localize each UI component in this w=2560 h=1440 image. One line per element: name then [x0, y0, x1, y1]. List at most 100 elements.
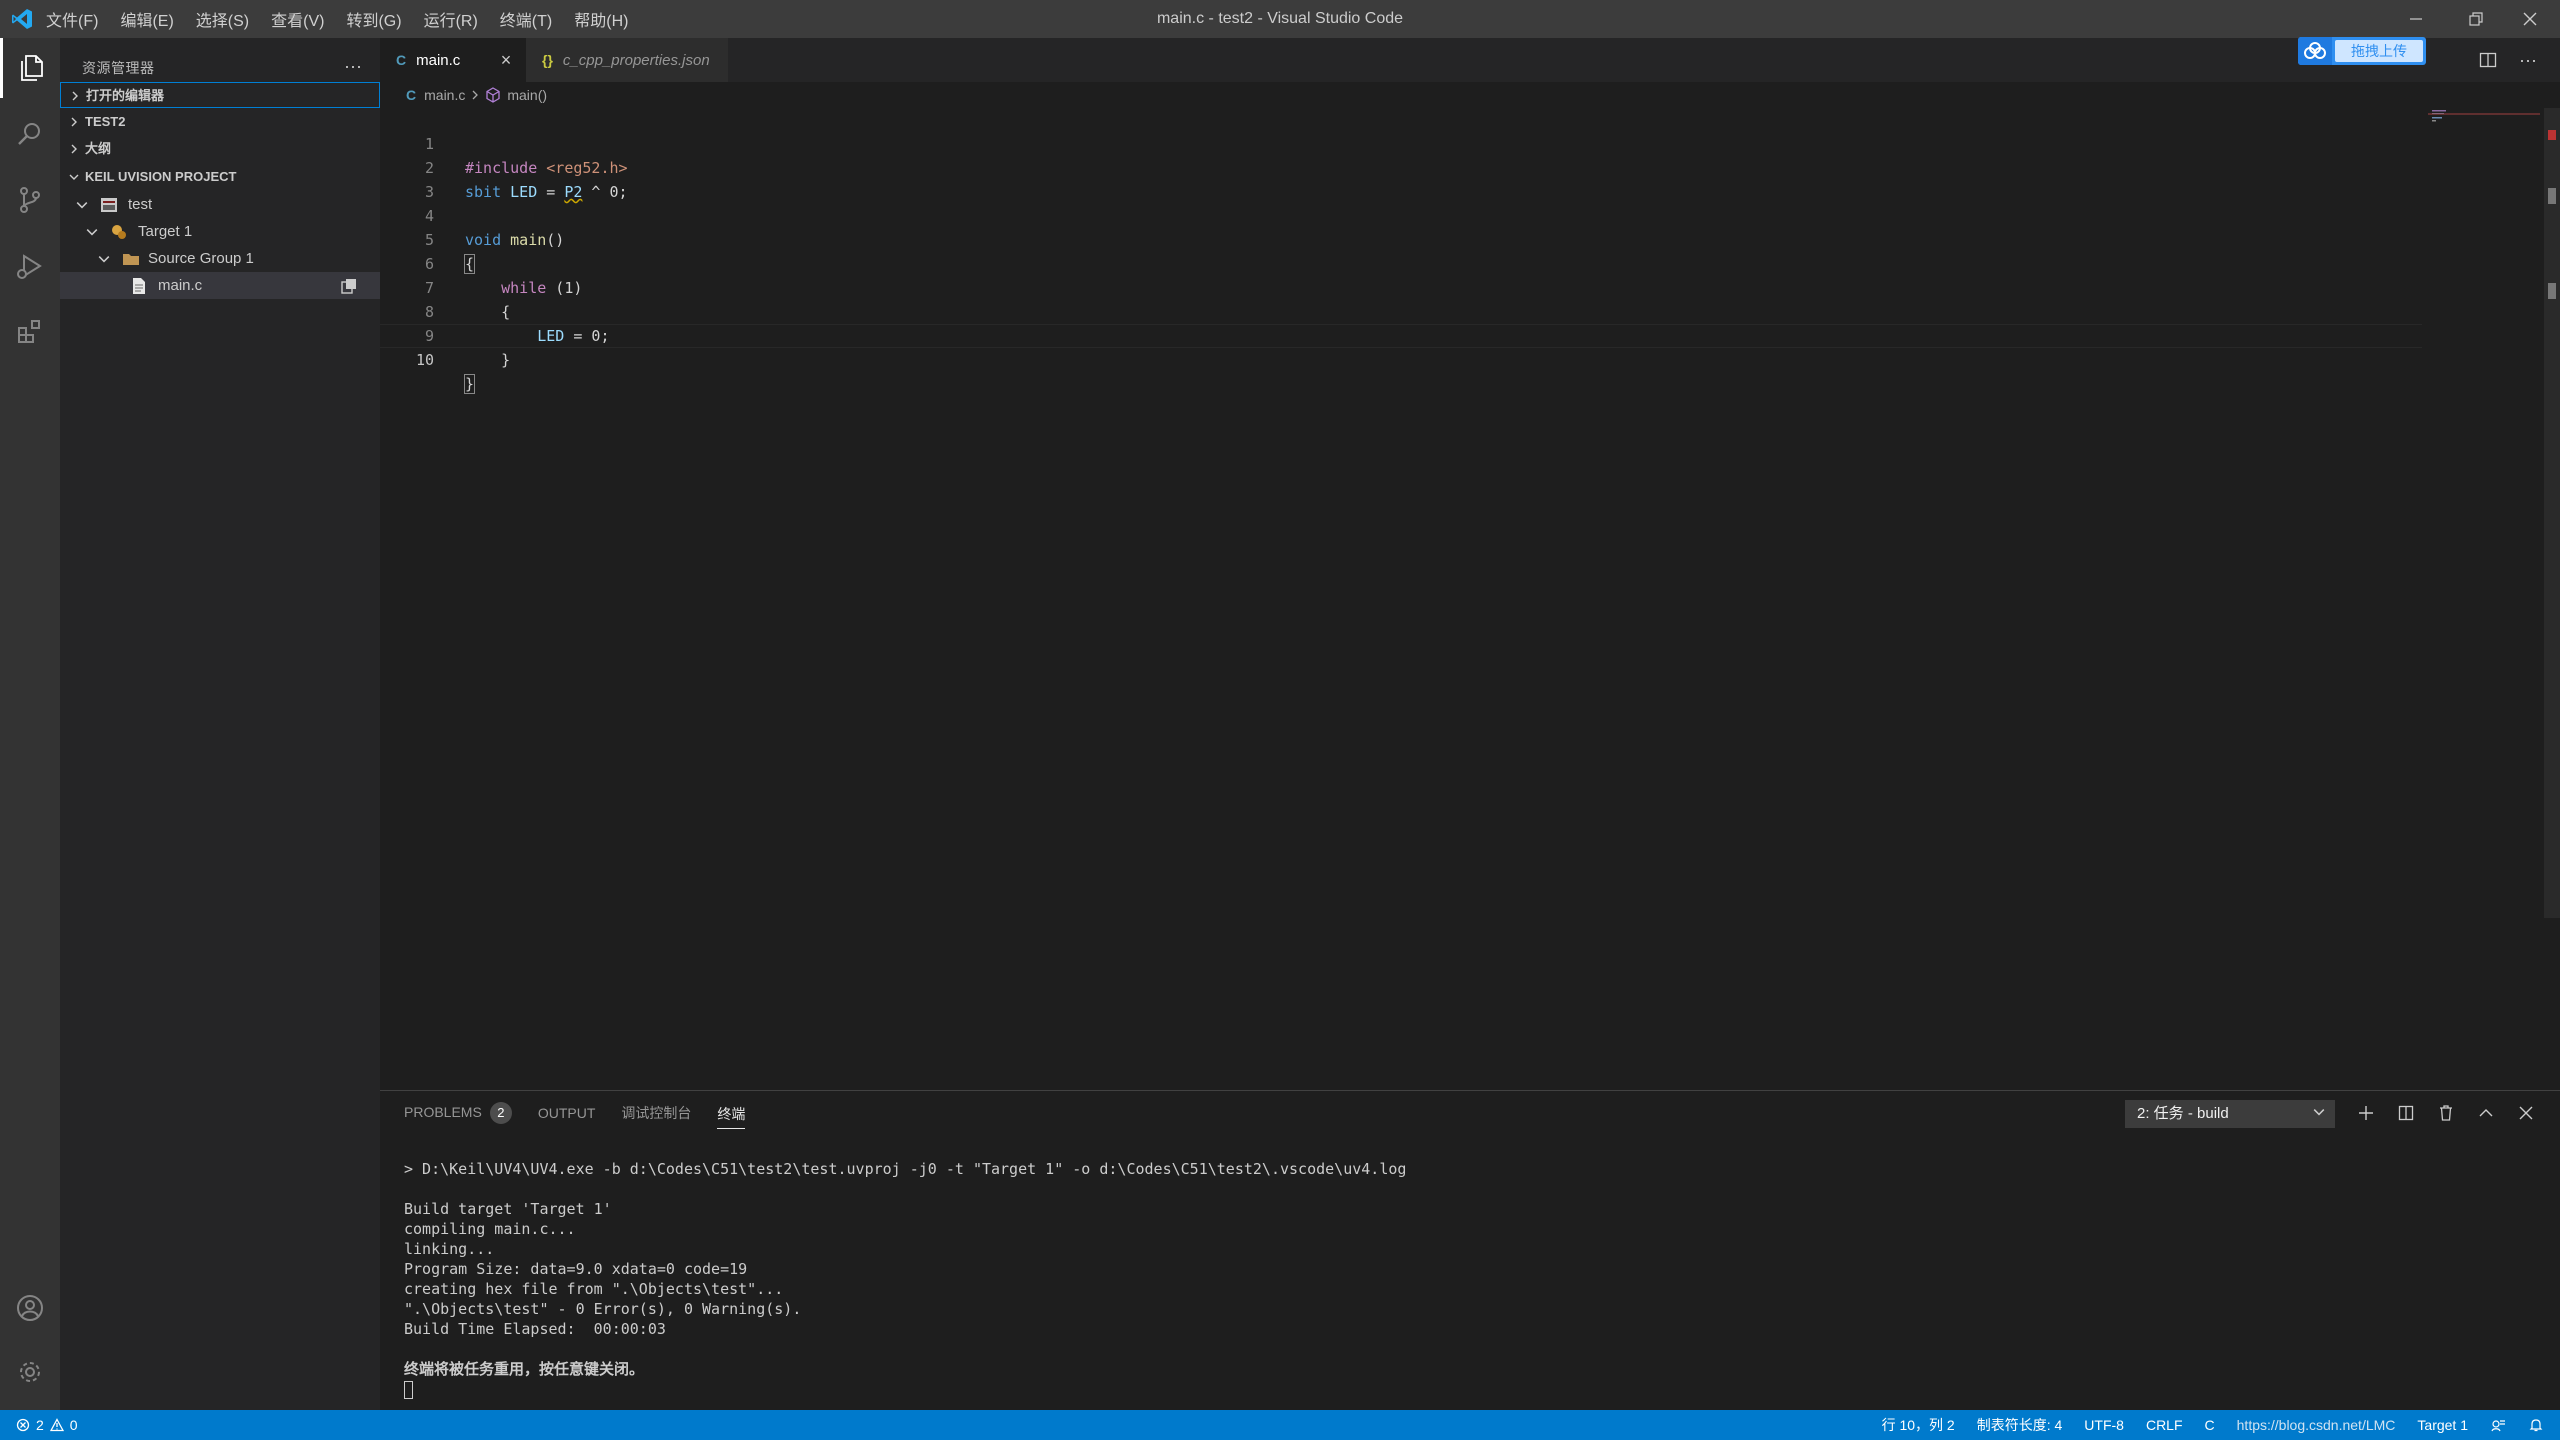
- tab-main-c[interactable]: C main.c ×: [380, 38, 526, 82]
- menu-edit[interactable]: 编辑(E): [120, 7, 173, 31]
- close-panel-button[interactable]: [2512, 1099, 2540, 1127]
- status-language[interactable]: C: [2205, 1417, 2215, 1433]
- menu-help[interactable]: 帮助(H): [574, 7, 628, 31]
- editor-more-button[interactable]: ···: [2514, 46, 2542, 74]
- source-control-icon: [20, 187, 40, 213]
- target-icon: [112, 225, 126, 239]
- status-target[interactable]: Target 1: [2417, 1417, 2468, 1433]
- maximize-panel-button[interactable]: [2472, 1099, 2500, 1127]
- section-outline[interactable]: 大纲: [60, 136, 380, 162]
- tab-debug-console[interactable]: 调试控制台: [621, 1103, 691, 1123]
- source-control-button[interactable]: [0, 170, 60, 230]
- status-right: 行 10，列 2 制表符长度: 4 UTF-8 CRLF C https://b…: [1882, 1410, 2544, 1440]
- files-icon: [20, 55, 43, 81]
- chevron-down-icon: [66, 164, 82, 190]
- warning-icon: [49, 1418, 64, 1432]
- error-count: 2: [36, 1417, 44, 1433]
- title-bar: 文件(F) 编辑(E) 选择(S) 查看(V) 转到(G) 运行(R) 终端(T…: [0, 0, 2560, 38]
- chevron-right-icon: [66, 136, 82, 162]
- split-icon: [2398, 1105, 2414, 1121]
- tab-problems[interactable]: PROBLEMS 2: [404, 1102, 512, 1124]
- bell-icon[interactable]: [2528, 1417, 2544, 1433]
- restore-icon: [2469, 12, 2483, 26]
- accounts-button[interactable]: [0, 1278, 60, 1338]
- menu-run[interactable]: 运行(R): [424, 7, 478, 31]
- account-icon: [17, 1295, 43, 1321]
- chevron-down-icon: [96, 245, 112, 272]
- tab-c-cpp-properties[interactable]: {} c_cpp_properties.json: [526, 38, 728, 82]
- restore-button[interactable]: [2446, 0, 2506, 38]
- vscode-logo-icon: [12, 9, 32, 29]
- token: (1): [546, 279, 583, 297]
- close-icon: [2519, 1106, 2533, 1120]
- token: (): [546, 231, 565, 249]
- tree-item-project[interactable]: test: [60, 191, 380, 218]
- code-line: 7 {: [380, 252, 510, 321]
- split-editor-icon: [2479, 52, 2497, 68]
- upload-label: 拖拽上传: [2335, 40, 2423, 62]
- token: ^ 0;: [582, 183, 628, 201]
- status-encoding[interactable]: UTF-8: [2084, 1417, 2124, 1433]
- terminal-select[interactable]: 2: 任务 - build: [2125, 1100, 2335, 1128]
- close-tab-icon[interactable]: ×: [496, 49, 516, 71]
- editor-scrollbar[interactable]: [2544, 108, 2560, 918]
- new-terminal-button[interactable]: [2352, 1099, 2380, 1127]
- split-terminal-button[interactable]: [2392, 1099, 2420, 1127]
- tab-output[interactable]: OUTPUT: [538, 1105, 596, 1121]
- breadcrumb-symbol[interactable]: main(): [507, 82, 547, 108]
- minimap[interactable]: [2428, 108, 2540, 138]
- upload-widget[interactable]: 拖拽上传: [2298, 37, 2426, 65]
- tree-item-main-c[interactable]: main.c: [60, 272, 380, 299]
- section-label: 大纲: [85, 141, 112, 156]
- section-label: TEST2: [85, 114, 126, 129]
- explorer-button[interactable]: [0, 38, 60, 98]
- chevron-down-icon: [2313, 1100, 2325, 1128]
- menu-view[interactable]: 查看(V): [271, 7, 324, 31]
- tree-label: main.c: [158, 277, 203, 294]
- breadcrumb-file[interactable]: main.c: [424, 82, 465, 108]
- code-line: 4 void main(): [380, 180, 564, 249]
- status-tab-size[interactable]: 制表符长度: 4: [1977, 1415, 2063, 1435]
- kill-terminal-button[interactable]: [2432, 1099, 2460, 1127]
- terminal-line: Build Time Elapsed: 00:00:03: [404, 1320, 666, 1338]
- menu-selection[interactable]: 选择(S): [196, 7, 249, 31]
- manage-button[interactable]: [0, 1342, 60, 1402]
- terminal-line: creating hex file from ".\Objects\test".…: [404, 1280, 784, 1298]
- split-editor-button[interactable]: [2474, 46, 2502, 74]
- feedback-icon[interactable]: [2490, 1417, 2506, 1433]
- extensions-icon: [18, 320, 40, 343]
- token: LED: [465, 327, 565, 345]
- code-line: 3: [380, 156, 434, 201]
- search-button[interactable]: [0, 104, 60, 164]
- menu-terminal[interactable]: 终端(T): [500, 7, 552, 31]
- run-debug-button[interactable]: [0, 236, 60, 296]
- tab-label: PROBLEMS: [404, 1104, 482, 1120]
- section-open-editors[interactable]: 打开的编辑器: [60, 82, 380, 108]
- tree-label: Source Group 1: [148, 250, 254, 267]
- status-cursor-position[interactable]: 行 10，列 2: [1882, 1415, 1955, 1435]
- token: void: [465, 231, 502, 249]
- terminal-line: > D:\Keil\UV4\UV4.exe -b d:\Codes\C51\te…: [404, 1160, 1407, 1178]
- code-line: 6 while (1): [380, 228, 582, 297]
- token: while: [465, 279, 547, 297]
- c-file-icon: C: [406, 87, 417, 103]
- token: =: [537, 183, 565, 201]
- close-window-button[interactable]: [2500, 0, 2560, 38]
- menu-file[interactable]: 文件(F): [46, 7, 98, 31]
- status-eol[interactable]: CRLF: [2146, 1417, 2183, 1433]
- cursor-marker: [2548, 188, 2556, 204]
- section-keil-project[interactable]: KEIL UVISION PROJECT: [60, 164, 380, 190]
- token: #include: [465, 159, 538, 177]
- panel-tabs: PROBLEMS 2 OUTPUT 调试控制台 终端: [404, 1091, 746, 1135]
- tab-terminal[interactable]: 终端: [717, 1104, 746, 1129]
- section-test2[interactable]: TEST2: [60, 109, 380, 135]
- tree-item-target[interactable]: Target 1: [60, 218, 380, 245]
- status-problems[interactable]: 2 0: [16, 1410, 78, 1440]
- menu-go[interactable]: 转到(G): [346, 7, 401, 31]
- token: <reg52.h>: [537, 159, 628, 177]
- status-bar: 2 0 行 10，列 2 制表符长度: 4 UTF-8 CRLF C https…: [0, 1410, 2560, 1440]
- tree-item-source-group[interactable]: Source Group 1: [60, 245, 380, 272]
- extensions-button[interactable]: [0, 302, 60, 362]
- minimize-button[interactable]: [2386, 0, 2446, 38]
- open-file-icon[interactable]: [340, 277, 358, 295]
